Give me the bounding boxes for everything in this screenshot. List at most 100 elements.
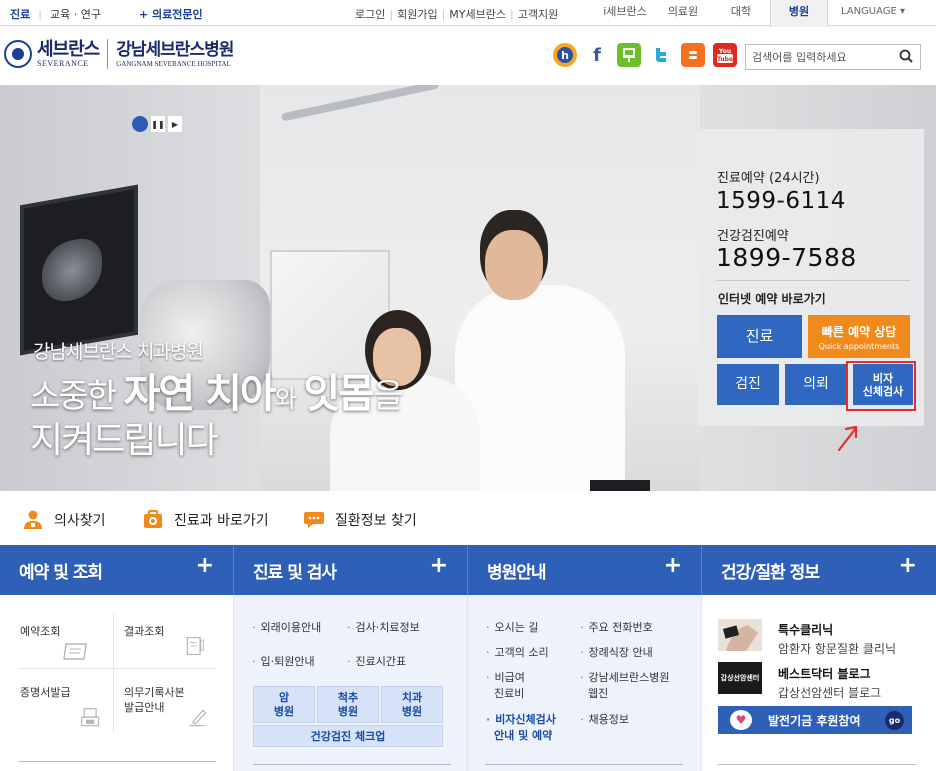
tab-university[interactable]: 대학 [712, 0, 770, 26]
non-covered-link-line1: 비급여 [494, 671, 525, 684]
hero-word-gums: 잇몸 [303, 371, 375, 417]
blog-thumbnail[interactable]: 갑상선암센터 [718, 662, 762, 694]
checkup-button[interactable]: 검진 [717, 364, 779, 405]
link-medical-professional[interactable]: + 의료전문인 [139, 6, 203, 22]
plus-icon[interactable]: + [664, 553, 682, 578]
clinic-thumbnail[interactable] [718, 619, 762, 651]
list-item[interactable]: · 주요 전화번호 [580, 620, 653, 635]
quick-appointment-button[interactable]: 빠른 예약 상담 Quick appointments [808, 315, 910, 358]
disease-info-link[interactable]: 질환정보 찾기 [303, 509, 417, 531]
list-item[interactable]: · 장례식장 안내 [580, 645, 653, 660]
svg-text:Tube: Tube [717, 56, 733, 63]
link-signup[interactable]: 회원가입 [397, 6, 437, 22]
logo-severance: 세브란스 SEVERANCE [37, 40, 100, 68]
label-bottom: 병원 [337, 704, 359, 718]
speech-bubble-icon [303, 509, 325, 531]
funeral-hall-link: 장례식장 안내 [588, 646, 653, 659]
blogger-icon[interactable] [681, 43, 705, 67]
list-item[interactable]: · 외래이용안내 [252, 620, 321, 635]
result-check-link[interactable]: 결과조회 [124, 624, 164, 639]
list-item[interactable]: 진료비 [494, 686, 524, 701]
bullet: · [486, 671, 490, 684]
section-header-hospital-guide[interactable]: 병원안내 + [468, 545, 702, 595]
donation-button[interactable]: ♥ 발전기금 후원참여 go [718, 706, 912, 734]
facebook-icon[interactable]: f [585, 43, 609, 67]
twitter-icon[interactable] [649, 43, 673, 67]
link-login[interactable]: 로그인 [355, 6, 385, 22]
section-title: 건강/질환 정보 [721, 563, 820, 583]
directions-link: 오시는 길 [494, 621, 539, 634]
section-header-reservation[interactable]: 예약 및 조회 + [0, 545, 234, 595]
find-doctor-link[interactable]: 의사찾기 [22, 509, 106, 531]
hero-caption-subtitle: 강남세브란스 치과병원 [33, 341, 204, 363]
pause-icon[interactable]: ❚❚ [151, 116, 165, 132]
top-utility-bar: 진료 | 교육 · 연구 + 의료전문인 로그인 | 회원가입 | MY세브란스… [0, 0, 936, 27]
youtube-icon[interactable]: You Tube [713, 43, 737, 67]
hero-word-and: 와 [274, 385, 297, 413]
link-my-severance[interactable]: MY세브란스 [449, 6, 506, 22]
language-selector[interactable]: LANGUAGE ▾ [828, 0, 918, 26]
certificate-issue-link[interactable]: 증명서발급 [20, 685, 71, 700]
list-item[interactable]: · 진료시간표 [347, 654, 406, 669]
quick-appointment-sublabel: Quick appointments [818, 341, 900, 351]
non-covered-link-line2: 진료비 [494, 687, 525, 700]
plus-icon[interactable]: + [196, 553, 214, 578]
link-customer-support[interactable]: 고객지원 [518, 6, 558, 22]
special-clinic-title[interactable]: 특수클리닉 [778, 621, 833, 638]
best-doctor-blog-title[interactable]: 베스트닥터 블로그 [778, 665, 871, 682]
section-title: 예약 및 조회 [19, 563, 103, 583]
list-item[interactable]: · 오시는 길 [486, 620, 538, 635]
list-item[interactable]: · 검사·치료정보 [347, 620, 420, 635]
health-checkup-button[interactable]: 건강검진 체크업 [253, 725, 443, 747]
list-item[interactable]: · 비급여 [486, 670, 525, 685]
section-header-treatment[interactable]: 진료 및 검사 + [234, 545, 468, 595]
tab-medical-center[interactable]: 의료원 [654, 0, 712, 26]
slide-indicator[interactable] [132, 116, 148, 132]
list-item[interactable]: · 입·퇴원안내 [252, 654, 315, 669]
logo-divider [107, 39, 109, 69]
hero-word-precious: 소중한 [30, 376, 117, 415]
department-shortcut-link[interactable]: 진료과 바로가기 [142, 509, 269, 531]
plus-icon[interactable]: + [430, 553, 448, 578]
customer-voice-link: 고객의 소리 [494, 646, 549, 659]
list-item[interactable]: 안내 및 예약 [494, 728, 552, 743]
go-button[interactable]: go [885, 711, 904, 730]
thyroid-blog-subtitle[interactable]: 갑상선암센터 블로그 [778, 684, 881, 701]
records-copy-link[interactable]: 의무기록사본 발급안내 [124, 685, 185, 715]
play-icon[interactable]: ▶ [168, 116, 182, 132]
kakao-story-icon[interactable] [617, 43, 641, 67]
cancer-hospital-button[interactable]: 암 병원 [253, 686, 315, 723]
hospital-logo[interactable]: 세브란스 SEVERANCE 강남세브란스병원 GANGNAM SEVERANC… [4, 39, 234, 69]
referral-button[interactable]: 의뢰 [785, 364, 847, 405]
list-item[interactable]: · 강남세브란스병원 [580, 670, 669, 685]
top-center-links: 로그인 | 회원가입 | MY세브란스 | 고객지원 [355, 6, 558, 22]
bullet: · [580, 646, 584, 659]
department-shortcut-label: 진료과 바로가기 [174, 513, 269, 529]
tab-i-severance[interactable]: i세브란스 [596, 0, 654, 26]
section-content: 예약조회 결과조회 증명서발급 의무기록사본 발급안내 · 외래이용안내 · 검사·… [0, 595, 936, 771]
search-icon[interactable] [899, 49, 913, 63]
spine-hospital-button[interactable]: 척추 병원 [317, 686, 379, 723]
reservation-check-link[interactable]: 예약조회 [20, 624, 60, 639]
blog-h-icon[interactable]: h [553, 43, 577, 67]
doctor-icon [22, 509, 44, 531]
book-treatment-button[interactable]: 진료 [717, 315, 802, 358]
separator: | [38, 7, 42, 21]
list-item[interactable]: 웹진 [588, 686, 608, 701]
search-input[interactable] [752, 48, 892, 66]
label-bottom: 병원 [401, 704, 423, 718]
visa-exam-link-line2: 안내 및 예약 [494, 729, 553, 742]
divider [18, 668, 216, 669]
list-item[interactable]: · 비자신체검사 [486, 712, 556, 727]
dental-hospital-button[interactable]: 치과 병원 [381, 686, 443, 723]
link-education-research[interactable]: 교육 · 연구 [50, 6, 101, 22]
special-clinic-subtitle[interactable]: 암환자 항문질환 클리닉 [778, 640, 896, 657]
list-item[interactable]: · 채용정보 [580, 712, 629, 727]
health-info-column: 특수클리닉 암환자 항문질환 클리닉 갑상선암센터 베스트닥터 블로그 갑상선암… [702, 595, 936, 771]
tab-hospital[interactable]: 병원 [770, 0, 828, 27]
section-header-health-info[interactable]: 건강/질환 정보 + [702, 545, 936, 595]
link-treatment[interactable]: 진료 [10, 6, 30, 22]
checkup-phone: 1899-7588 [716, 243, 857, 272]
list-item[interactable]: · 고객의 소리 [486, 645, 549, 660]
plus-icon[interactable]: + [899, 553, 917, 578]
